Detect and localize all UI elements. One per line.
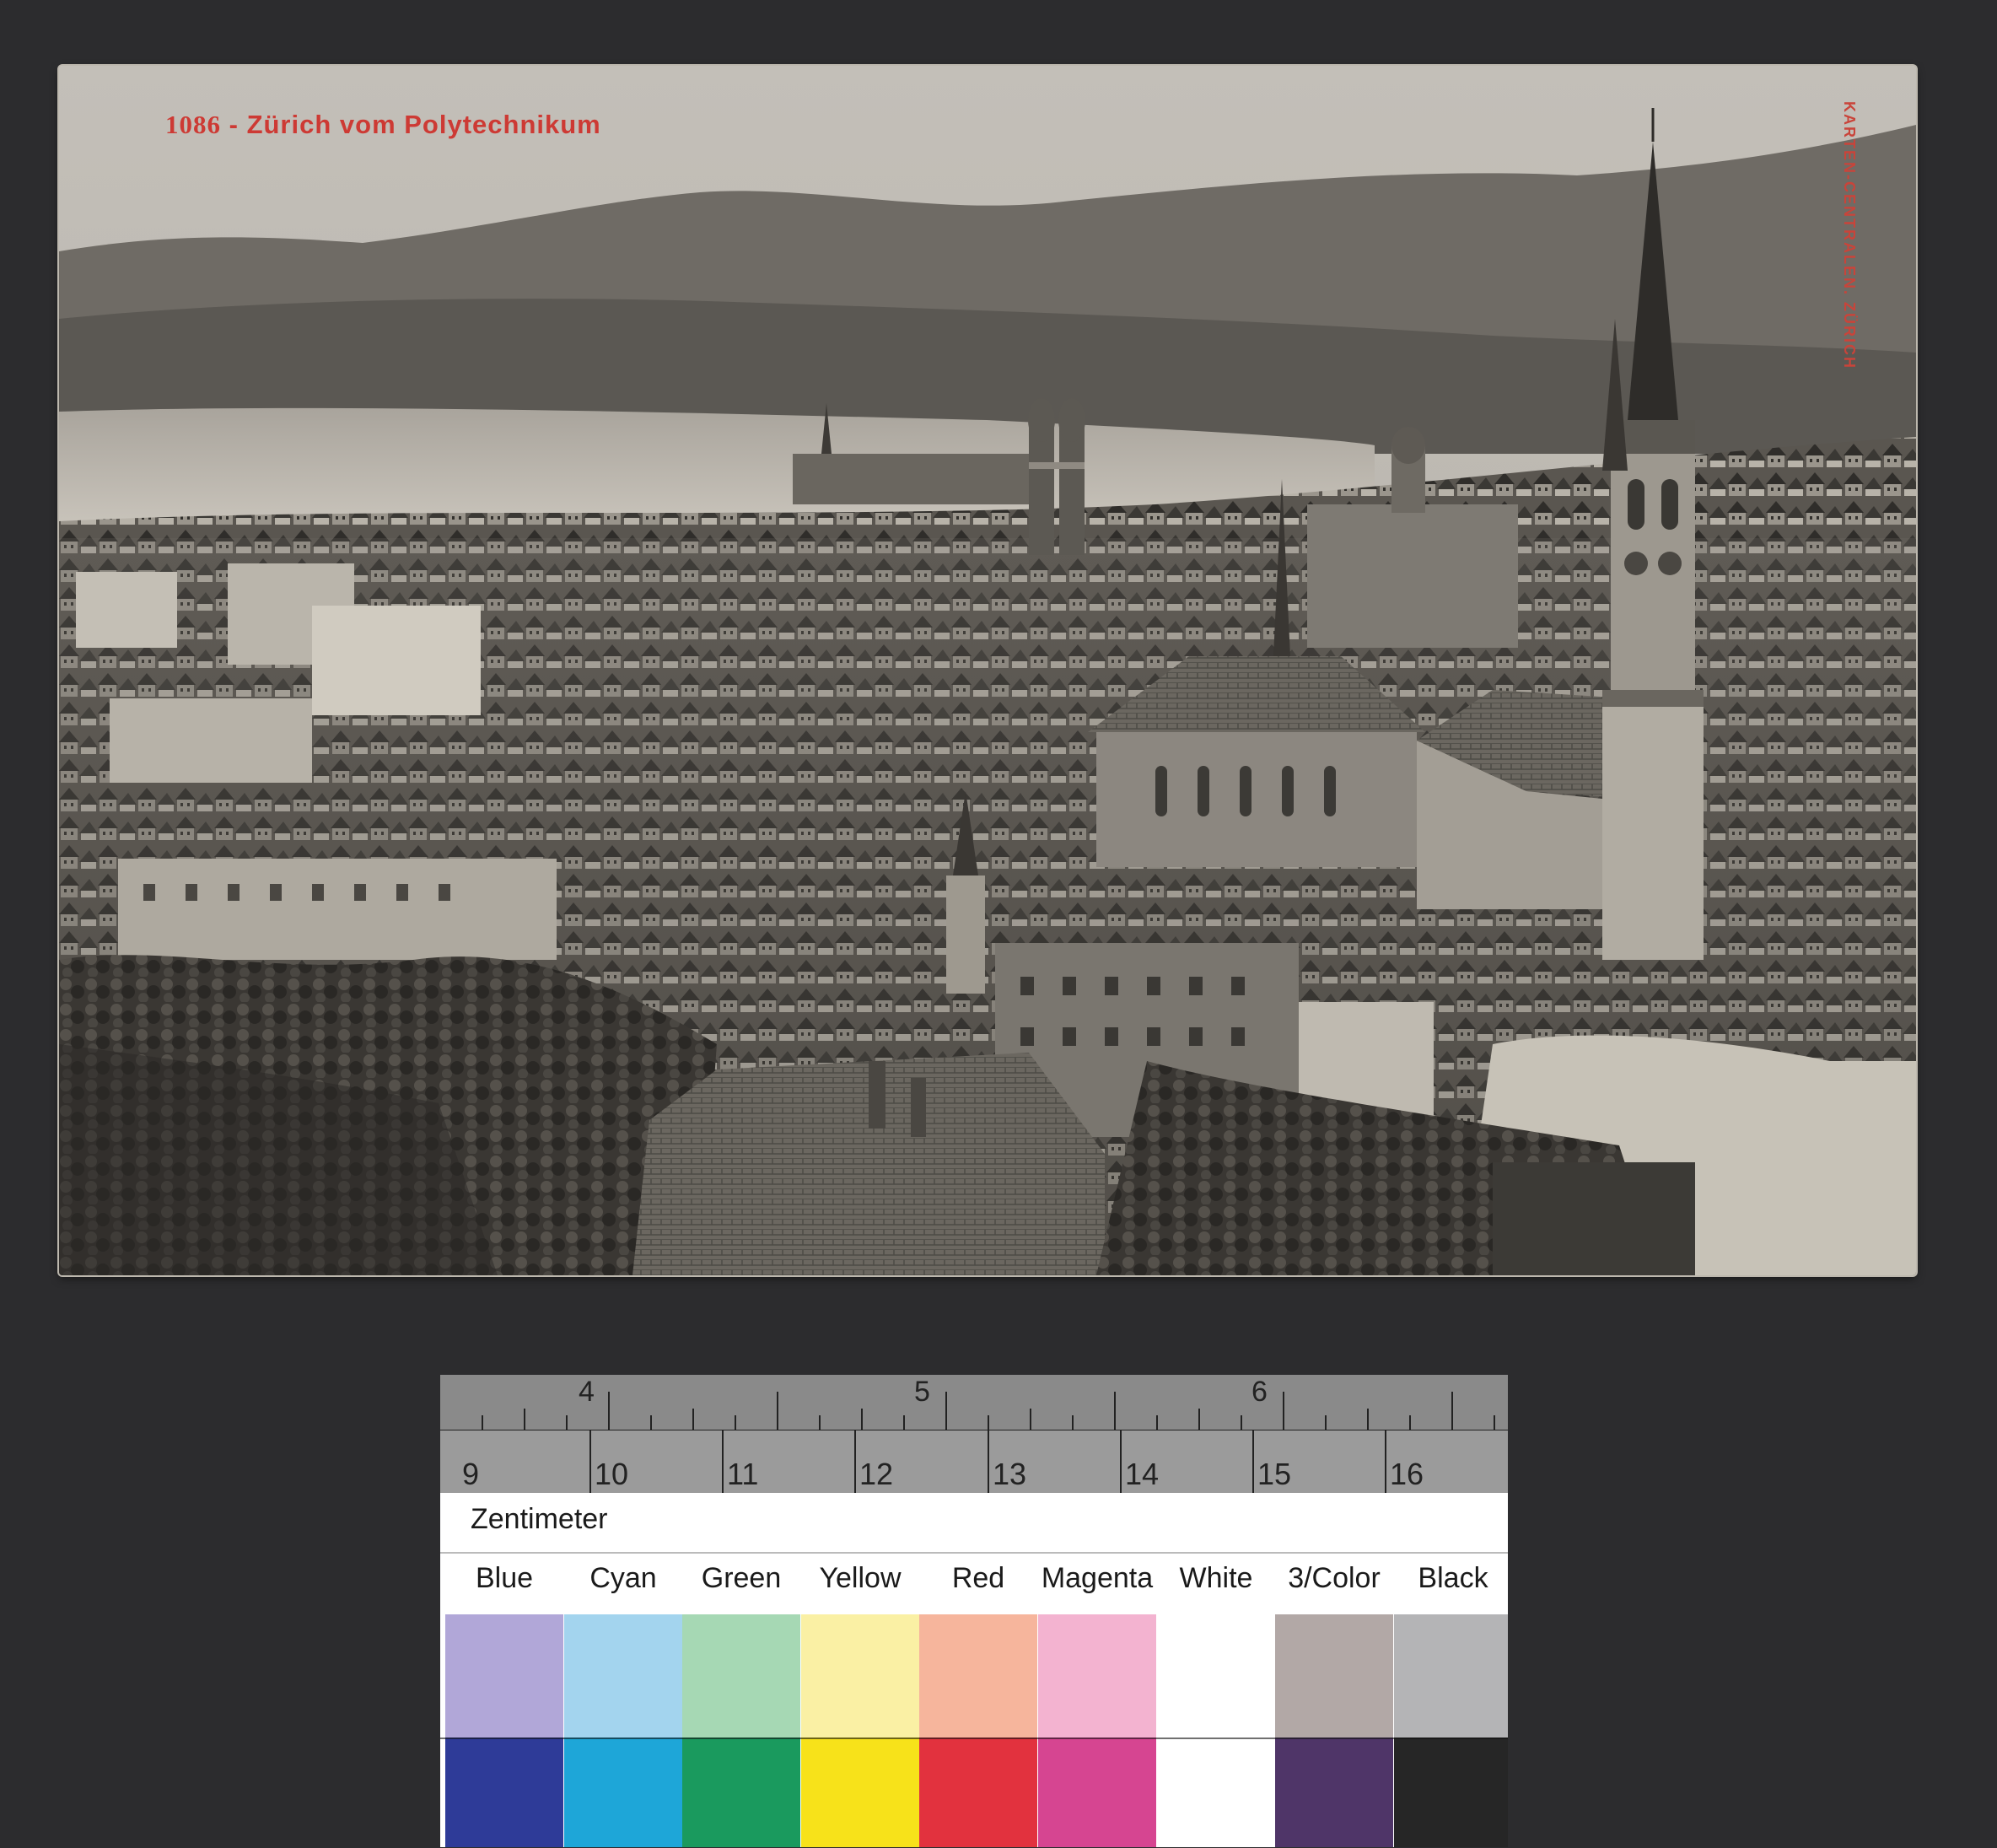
swatch-light-3-color bbox=[1275, 1614, 1393, 1738]
city-panorama-photo bbox=[59, 66, 1916, 1275]
swatch-dark-3-color bbox=[1275, 1738, 1393, 1847]
ruler-label-10: 10 bbox=[595, 1457, 629, 1491]
unit-label: Zentimeter bbox=[471, 1503, 608, 1535]
ruler-label-16: 16 bbox=[1390, 1457, 1424, 1491]
ruler-label-15: 15 bbox=[1257, 1457, 1292, 1491]
swatch-dark-blue bbox=[445, 1738, 563, 1847]
swatch-label-magenta: Magenta bbox=[1041, 1562, 1154, 1594]
swatch-light-magenta bbox=[1038, 1614, 1156, 1738]
swatch-label-white: White bbox=[1179, 1562, 1253, 1594]
swatch-label-3-color: 3/Color bbox=[1288, 1562, 1381, 1594]
postcard-caption: 1086 - Zürich vom Polytechnikum bbox=[165, 110, 601, 139]
ruler-label-6: 6 bbox=[1251, 1376, 1268, 1408]
ruler-label-12: 12 bbox=[859, 1457, 894, 1491]
swatch-dark-yellow bbox=[801, 1738, 919, 1847]
swatch-light-cyan bbox=[564, 1614, 682, 1738]
ruler-label-11: 11 bbox=[727, 1457, 759, 1491]
swatch-label-red: Red bbox=[951, 1562, 1005, 1594]
ruler-label-14: 14 bbox=[1125, 1457, 1160, 1491]
swatch-dark-green bbox=[682, 1738, 800, 1847]
swatch-label-green: Green bbox=[701, 1562, 782, 1594]
ruler-label-4: 4 bbox=[579, 1376, 595, 1408]
swatch-light-red bbox=[919, 1614, 1037, 1738]
swatch-label-blue: Blue bbox=[475, 1562, 534, 1594]
publisher-imprint: KARTEN-CENTRALEN. ZÜRICH bbox=[1841, 101, 1858, 369]
swatch-light-green bbox=[682, 1614, 800, 1738]
ruler-label-13: 13 bbox=[993, 1457, 1027, 1491]
postcard-number: 1086 bbox=[165, 110, 221, 139]
swatch-light-black bbox=[1394, 1614, 1508, 1738]
postcard-title: Zürich vom Polytechnikum bbox=[246, 110, 601, 139]
swatch-dark-red bbox=[919, 1738, 1037, 1847]
swatch-dark-magenta bbox=[1038, 1738, 1156, 1847]
swatch-light-blue bbox=[445, 1614, 563, 1738]
centimeter-ruler: 9 10 11 12 13 14 15 16 bbox=[440, 1430, 1508, 1493]
swatch-divider bbox=[440, 1738, 1508, 1739]
inch-ruler-ticks bbox=[482, 1392, 1495, 1430]
inch-ruler: 4 5 6 bbox=[440, 1375, 1508, 1430]
swatch-light-yellow bbox=[801, 1614, 919, 1738]
color-calibration-card: 4 5 6 9 10 11 12 13 14 15 16 Zentimeter … bbox=[440, 1375, 1508, 1847]
ruler-label-5: 5 bbox=[914, 1376, 930, 1408]
ruler-label-9: 9 bbox=[462, 1457, 480, 1491]
postcard: 1086 - Zürich vom Polytechnikum KARTEN-C… bbox=[59, 66, 1916, 1275]
swatch-light-white bbox=[1157, 1614, 1275, 1738]
divider bbox=[440, 1552, 1508, 1554]
swatch-label-cyan: Cyan bbox=[589, 1562, 657, 1594]
swatch-dark-cyan bbox=[564, 1738, 682, 1847]
swatch-dark-white bbox=[1157, 1738, 1275, 1847]
swatch-label-black: Black bbox=[1418, 1562, 1488, 1594]
swatch-label-yellow: Yellow bbox=[819, 1562, 902, 1594]
swatch-dark-black bbox=[1394, 1738, 1508, 1847]
